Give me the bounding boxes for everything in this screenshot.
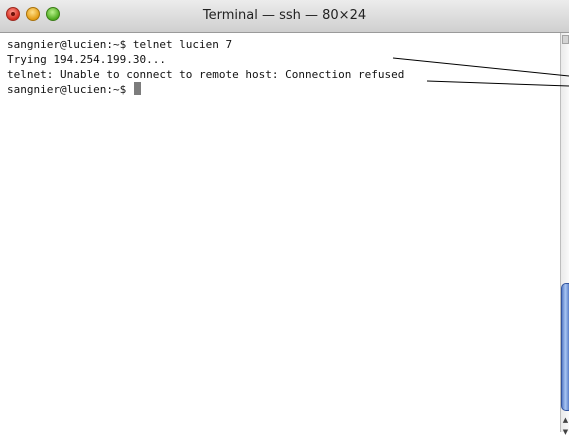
terminal-prompt-line: sangnier@lucien:~$ xyxy=(7,82,560,97)
vertical-scrollbar[interactable]: ▲ ▼ xyxy=(560,33,569,436)
scroll-up-arrow-icon[interactable]: ▲ xyxy=(562,415,569,425)
terminal-line: sangnier@lucien:~$ telnet lucien 7 xyxy=(7,38,233,51)
terminal-line: telnet: Unable to connect to remote host… xyxy=(7,68,405,81)
scroll-down-arrow-icon[interactable]: ▼ xyxy=(562,427,569,437)
terminal-line: Trying 194.254.199.30... xyxy=(7,53,166,66)
terminal-prompt: sangnier@lucien:~$ xyxy=(7,83,133,96)
text-cursor xyxy=(133,82,141,95)
scroll-thumb[interactable] xyxy=(561,283,569,411)
window-titlebar[interactable]: Terminal — ssh — 80×24 xyxy=(0,0,569,33)
terminal-output[interactable]: sangnier@lucien:~$ telnet lucien 7 Tryin… xyxy=(0,33,560,432)
window-title: Terminal — ssh — 80×24 xyxy=(202,8,367,23)
scrollbar-top-button[interactable] xyxy=(562,35,569,44)
